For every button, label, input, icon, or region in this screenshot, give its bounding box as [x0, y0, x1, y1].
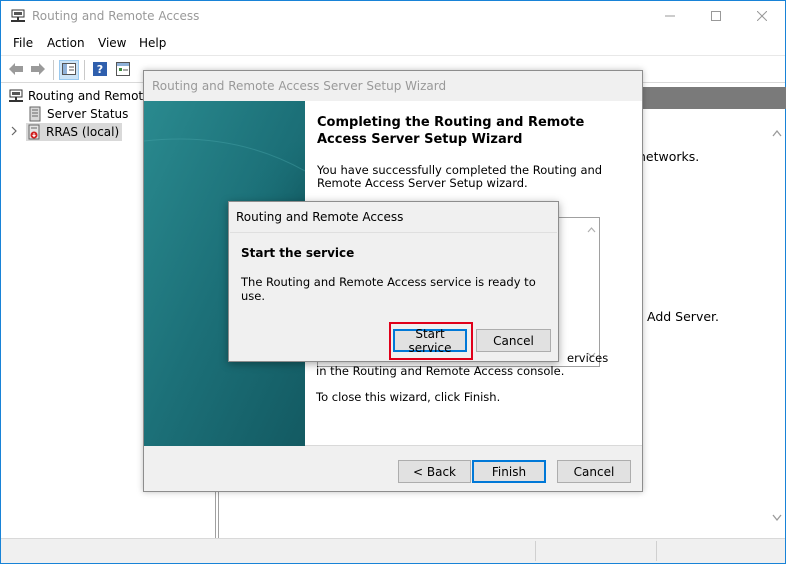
forward-button[interactable] [28, 60, 48, 80]
wizard-services-text: ervices [567, 351, 609, 365]
menu-file[interactable]: File [13, 36, 33, 50]
chevron-right-icon [10, 125, 18, 139]
chevron-down-icon[interactable] [772, 511, 782, 525]
help-button[interactable]: ? [90, 60, 110, 80]
menu-bar: File Action View Help [1, 32, 785, 54]
close-button[interactable] [739, 1, 785, 32]
minimize-icon [665, 10, 675, 24]
dialog-title: Routing and Remote Access [236, 210, 404, 224]
maximize-button[interactable] [693, 1, 739, 32]
tree-item-rras-local[interactable]: RRAS (local) [26, 123, 123, 141]
chevron-up-icon[interactable] [587, 222, 596, 236]
server-status-icon [27, 106, 43, 122]
tree-item-label: RRAS (local) [46, 125, 120, 139]
details-text: networks. [638, 149, 700, 164]
title-bar[interactable]: Routing and Remote Access [1, 1, 785, 32]
chevron-up-icon[interactable] [772, 126, 782, 140]
menu-view[interactable]: View [98, 36, 126, 50]
wizard-title: Routing and Remote Access Server Setup W… [152, 79, 447, 93]
status-bar [1, 538, 785, 563]
network-server-icon [8, 88, 24, 104]
properties-icon [116, 61, 130, 79]
tree-item-label: Server Status [47, 107, 129, 121]
wizard-heading: Completing the Routing and Remote Access… [317, 115, 585, 147]
cancel-button[interactable]: Cancel [476, 329, 551, 352]
wizard-services-text: in the Routing and Remote Access console… [316, 364, 565, 378]
status-segment [536, 541, 657, 561]
wizard-intro: You have successfully completed the Rout… [317, 163, 603, 190]
window-title: Routing and Remote Access [32, 9, 200, 23]
menu-action[interactable]: Action [47, 36, 85, 50]
status-segment [1, 541, 536, 561]
show-hide-tree-icon [62, 62, 76, 78]
dialog-body: Start the service The Routing and Remote… [230, 232, 557, 312]
details-text: Add Server. [647, 309, 719, 324]
tree-item-server-status[interactable]: Server Status [27, 105, 128, 123]
maximize-icon [711, 10, 721, 24]
menu-help[interactable]: Help [139, 36, 166, 50]
back-button[interactable]: < Back [398, 460, 471, 483]
back-arrow-icon [8, 62, 24, 79]
highlight-box [389, 322, 473, 360]
help-icon: ? [93, 61, 107, 79]
forward-arrow-icon [30, 62, 46, 79]
vertical-scrollbar[interactable] [768, 113, 785, 538]
network-server-icon [10, 9, 26, 23]
tree-expander[interactable] [10, 123, 18, 141]
server-down-icon [26, 124, 42, 140]
show-hide-tree-button[interactable] [59, 60, 79, 80]
finish-button[interactable]: Finish [472, 460, 546, 483]
minimize-button[interactable] [647, 1, 693, 32]
wizard-close-text: To close this wizard, click Finish. [316, 390, 501, 404]
close-icon [756, 10, 768, 24]
toolbar-separator [84, 60, 85, 80]
dialog-heading: Start the service [241, 246, 355, 260]
cancel-button[interactable]: Cancel [557, 460, 631, 483]
svg-text:?: ? [97, 63, 103, 76]
dialog-message: The Routing and Remote Access service is… [241, 275, 536, 303]
toolbar-separator [53, 60, 54, 80]
properties-button[interactable] [113, 60, 133, 80]
back-button[interactable] [6, 60, 26, 80]
